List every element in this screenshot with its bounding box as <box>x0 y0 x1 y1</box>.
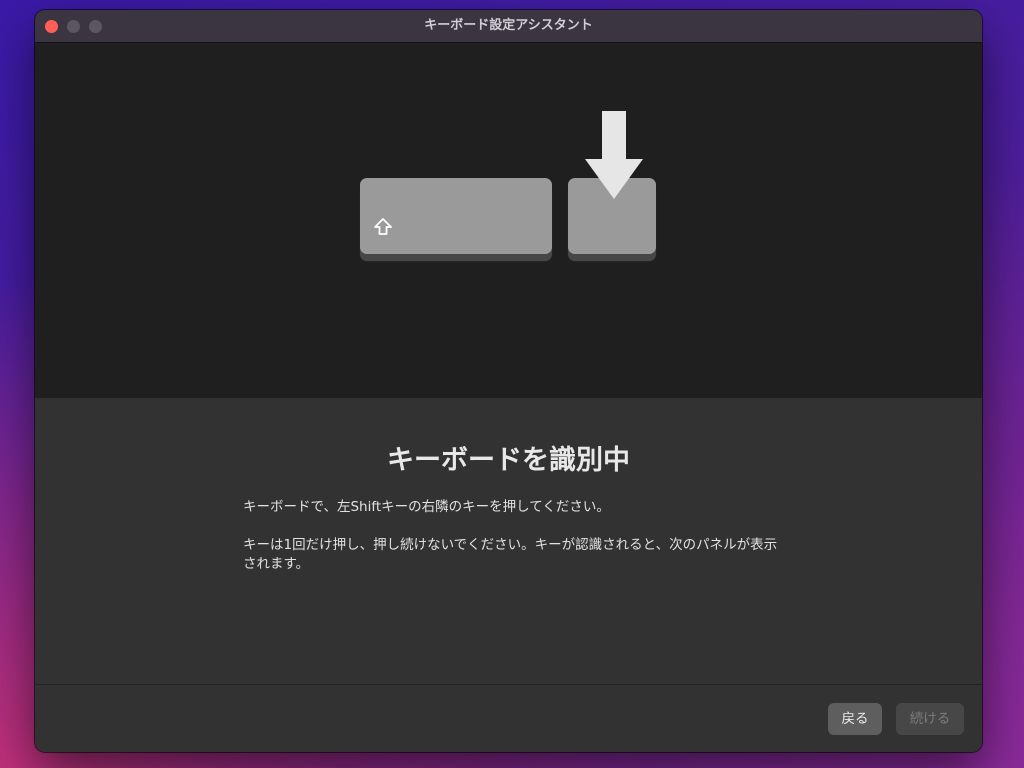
shift-key-graphic <box>360 178 552 254</box>
back-button[interactable]: 戻る <box>828 703 882 735</box>
assistant-window: キーボード設定アシスタント キーボードを識別中 キーボードで、左Shiftキーの… <box>35 10 982 752</box>
shift-arrow-icon <box>374 218 392 235</box>
title-bar: キーボード設定アシスタント <box>35 10 982 43</box>
content-panel: キーボードを識別中 キーボードで、左Shiftキーの右隣のキーを押してください。… <box>35 398 982 684</box>
continue-button[interactable]: 続ける <box>896 703 964 735</box>
page-title: キーボードを識別中 <box>387 445 630 476</box>
button-bar: 戻る 続ける <box>35 684 982 752</box>
keyboard-illustration <box>35 43 982 398</box>
window-title: キーボード設定アシスタント <box>424 18 593 33</box>
down-arrow-icon <box>585 111 643 199</box>
note-text: キーは1回だけ押し、押し続けないでください。キーが認識されると、次のパネルが表示… <box>243 537 778 572</box>
instruction-text: キーボードで、左Shiftキーの右隣のキーを押してください。 <box>243 499 610 515</box>
